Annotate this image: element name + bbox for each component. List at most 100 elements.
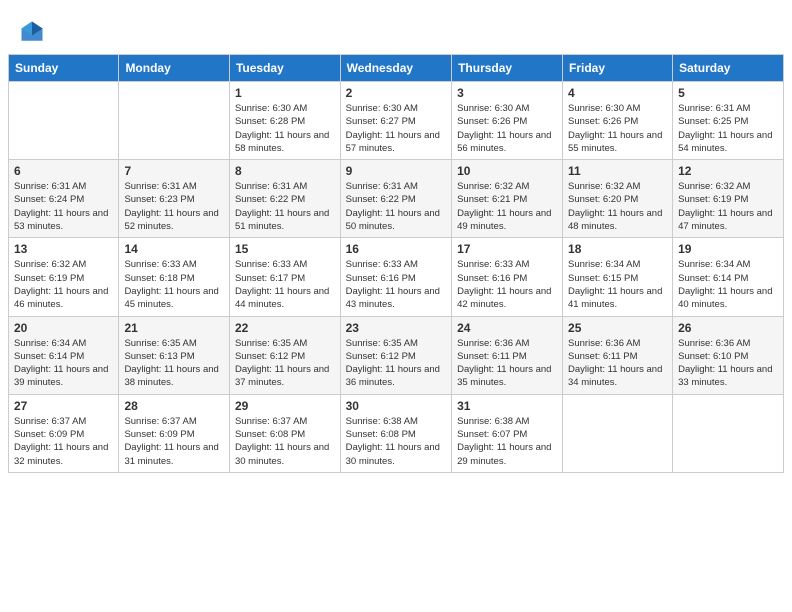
day-number: 6 xyxy=(14,164,113,178)
calendar-day-cell xyxy=(563,394,673,472)
day-number: 23 xyxy=(346,321,446,335)
day-number: 22 xyxy=(235,321,335,335)
calendar-day-cell: 25 Sunrise: 6:36 AMSunset: 6:11 PMDayligh… xyxy=(563,316,673,394)
calendar-body: 1 Sunrise: 6:30 AMSunset: 6:28 PMDaylight… xyxy=(9,82,784,473)
day-number: 27 xyxy=(14,399,113,413)
day-info: Sunrise: 6:34 AMSunset: 6:14 PMDaylight:… xyxy=(14,337,113,390)
calendar-wrapper: SundayMondayTuesdayWednesdayThursdayFrid… xyxy=(0,54,792,481)
day-info: Sunrise: 6:35 AMSunset: 6:12 PMDaylight:… xyxy=(235,337,335,390)
day-info: Sunrise: 6:36 AMSunset: 6:10 PMDaylight:… xyxy=(678,337,778,390)
day-info: Sunrise: 6:30 AMSunset: 6:27 PMDaylight:… xyxy=(346,102,446,155)
day-info: Sunrise: 6:32 AMSunset: 6:19 PMDaylight:… xyxy=(678,180,778,233)
day-of-week-header: Monday xyxy=(119,55,230,82)
day-info: Sunrise: 6:36 AMSunset: 6:11 PMDaylight:… xyxy=(457,337,557,390)
calendar-day-cell: 17Sunrise: 6:33 AMSunset: 6:16 PMDayligh… xyxy=(452,238,563,316)
day-info: Sunrise: 6:30 AMSunset: 6:26 PMDaylight:… xyxy=(568,102,667,155)
day-info: Sunrise: 6:31 AMSunset: 6:23 PMDaylight:… xyxy=(124,180,224,233)
calendar-day-cell: 14 Sunrise: 6:33 AMSunset: 6:18 PMDayligh… xyxy=(119,238,230,316)
day-number: 29 xyxy=(235,399,335,413)
page: SundayMondayTuesdayWednesdayThursdayFrid… xyxy=(0,0,792,612)
day-info: Sunrise: 6:38 AMSunset: 6:08 PMDaylight:… xyxy=(346,415,446,468)
day-number: 24 xyxy=(457,321,557,335)
day-info: Sunrise: 6:36 AMSunset: 6:11 PMDaylight:… xyxy=(568,337,667,390)
day-number: 16 xyxy=(346,242,446,256)
day-number: 30 xyxy=(346,399,446,413)
day-number: 11 xyxy=(568,164,667,178)
day-info: Sunrise: 6:38 AMSunset: 6:07 PMDaylight:… xyxy=(457,415,557,468)
day-number: 13 xyxy=(14,242,113,256)
day-number: 31 xyxy=(457,399,557,413)
day-info: Sunrise: 6:37 AMSunset: 6:09 PMDaylight:… xyxy=(124,415,224,468)
day-number: 12 xyxy=(678,164,778,178)
day-number: 7 xyxy=(124,164,224,178)
logo xyxy=(18,18,50,46)
day-info: Sunrise: 6:35 AMSunset: 6:13 PMDaylight:… xyxy=(124,337,224,390)
day-number: 1 xyxy=(235,86,335,100)
calendar-day-cell: 5 Sunrise: 6:31 AMSunset: 6:25 PMDaylight… xyxy=(673,82,784,160)
day-info: Sunrise: 6:31 AMSunset: 6:25 PMDaylight:… xyxy=(678,102,778,155)
day-number: 17 xyxy=(457,242,557,256)
calendar-week-row: 1 Sunrise: 6:30 AMSunset: 6:28 PMDaylight… xyxy=(9,82,784,160)
calendar-day-cell: 12 Sunrise: 6:32 AMSunset: 6:19 PMDayligh… xyxy=(673,160,784,238)
day-info: Sunrise: 6:31 AMSunset: 6:22 PMDaylight:… xyxy=(235,180,335,233)
calendar-day-cell: 28 Sunrise: 6:37 AMSunset: 6:09 PMDayligh… xyxy=(119,394,230,472)
day-number: 4 xyxy=(568,86,667,100)
calendar-day-cell: 1 Sunrise: 6:30 AMSunset: 6:28 PMDaylight… xyxy=(229,82,340,160)
day-info: Sunrise: 6:33 AMSunset: 6:18 PMDaylight:… xyxy=(124,258,224,311)
calendar-day-cell: 18Sunrise: 6:34 AMSunset: 6:15 PMDayligh… xyxy=(563,238,673,316)
calendar-day-cell: 20 Sunrise: 6:34 AMSunset: 6:14 PMDayligh… xyxy=(9,316,119,394)
day-number: 28 xyxy=(124,399,224,413)
calendar-day-cell: 24 Sunrise: 6:36 AMSunset: 6:11 PMDayligh… xyxy=(452,316,563,394)
calendar-day-cell: 19 Sunrise: 6:34 AMSunset: 6:14 PMDayligh… xyxy=(673,238,784,316)
day-info: Sunrise: 6:37 AMSunset: 6:09 PMDaylight:… xyxy=(14,415,113,468)
day-number: 3 xyxy=(457,86,557,100)
calendar-day-cell: 3 Sunrise: 6:30 AMSunset: 6:26 PMDaylight… xyxy=(452,82,563,160)
day-info: Sunrise: 6:33 AMSunset: 6:16 PMDaylight:… xyxy=(346,258,446,311)
day-number: 15 xyxy=(235,242,335,256)
day-number: 14 xyxy=(124,242,224,256)
calendar-day-cell: 2Sunrise: 6:30 AMSunset: 6:27 PMDaylight… xyxy=(340,82,451,160)
calendar-day-cell: 6 Sunrise: 6:31 AMSunset: 6:24 PMDaylight… xyxy=(9,160,119,238)
day-info: Sunrise: 6:35 AMSunset: 6:12 PMDaylight:… xyxy=(346,337,446,390)
day-number: 19 xyxy=(678,242,778,256)
calendar-day-cell: 23 Sunrise: 6:35 AMSunset: 6:12 PMDayligh… xyxy=(340,316,451,394)
calendar-day-cell: 22 Sunrise: 6:35 AMSunset: 6:12 PMDayligh… xyxy=(229,316,340,394)
calendar-day-cell: 8 Sunrise: 6:31 AMSunset: 6:22 PMDaylight… xyxy=(229,160,340,238)
calendar-week-row: 13 Sunrise: 6:32 AMSunset: 6:19 PMDayligh… xyxy=(9,238,784,316)
calendar-header: SundayMondayTuesdayWednesdayThursdayFrid… xyxy=(9,55,784,82)
day-number: 8 xyxy=(235,164,335,178)
day-info: Sunrise: 6:31 AMSunset: 6:22 PMDaylight:… xyxy=(346,180,446,233)
calendar-day-cell: 27 Sunrise: 6:37 AMSunset: 6:09 PMDayligh… xyxy=(9,394,119,472)
day-number: 20 xyxy=(14,321,113,335)
day-number: 10 xyxy=(457,164,557,178)
day-number: 25 xyxy=(568,321,667,335)
day-info: Sunrise: 6:31 AMSunset: 6:24 PMDaylight:… xyxy=(14,180,113,233)
calendar-day-cell xyxy=(673,394,784,472)
logo-icon xyxy=(18,18,46,46)
calendar-day-cell: 16 Sunrise: 6:33 AMSunset: 6:16 PMDayligh… xyxy=(340,238,451,316)
calendar-day-cell: 11 Sunrise: 6:32 AMSunset: 6:20 PMDayligh… xyxy=(563,160,673,238)
calendar-week-row: 27 Sunrise: 6:37 AMSunset: 6:09 PMDayligh… xyxy=(9,394,784,472)
calendar-day-cell: 30 Sunrise: 6:38 AMSunset: 6:08 PMDayligh… xyxy=(340,394,451,472)
day-number: 9 xyxy=(346,164,446,178)
day-info: Sunrise: 6:30 AMSunset: 6:28 PMDaylight:… xyxy=(235,102,335,155)
calendar-day-cell: 4 Sunrise: 6:30 AMSunset: 6:26 PMDaylight… xyxy=(563,82,673,160)
header-row: SundayMondayTuesdayWednesdayThursdayFrid… xyxy=(9,55,784,82)
day-of-week-header: Wednesday xyxy=(340,55,451,82)
day-info: Sunrise: 6:32 AMSunset: 6:19 PMDaylight:… xyxy=(14,258,113,311)
day-of-week-header: Saturday xyxy=(673,55,784,82)
day-info: Sunrise: 6:30 AMSunset: 6:26 PMDaylight:… xyxy=(457,102,557,155)
day-number: 5 xyxy=(678,86,778,100)
day-info: Sunrise: 6:32 AMSunset: 6:20 PMDaylight:… xyxy=(568,180,667,233)
calendar-day-cell: 21Sunrise: 6:35 AMSunset: 6:13 PMDayligh… xyxy=(119,316,230,394)
calendar-day-cell: 15Sunrise: 6:33 AMSunset: 6:17 PMDayligh… xyxy=(229,238,340,316)
day-of-week-header: Tuesday xyxy=(229,55,340,82)
calendar-table: SundayMondayTuesdayWednesdayThursdayFrid… xyxy=(8,54,784,473)
day-of-week-header: Friday xyxy=(563,55,673,82)
day-info: Sunrise: 6:34 AMSunset: 6:14 PMDaylight:… xyxy=(678,258,778,311)
day-info: Sunrise: 6:37 AMSunset: 6:08 PMDaylight:… xyxy=(235,415,335,468)
header xyxy=(0,0,792,54)
day-number: 18 xyxy=(568,242,667,256)
calendar-day-cell: 29 Sunrise: 6:37 AMSunset: 6:08 PMDayligh… xyxy=(229,394,340,472)
calendar-day-cell: 31 Sunrise: 6:38 AMSunset: 6:07 PMDayligh… xyxy=(452,394,563,472)
